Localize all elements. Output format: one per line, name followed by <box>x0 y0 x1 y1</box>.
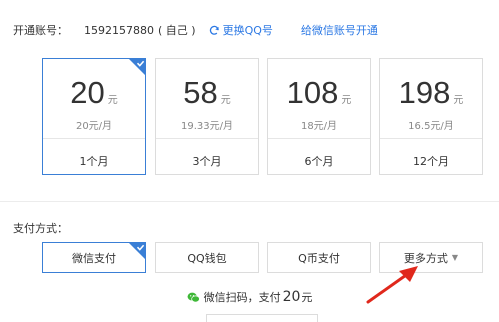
payment-label: 支付方式： <box>13 222 68 235</box>
wechat-pay-label: 微信支付 <box>72 251 116 265</box>
price-unit: 元 <box>453 95 464 106</box>
change-qq-link[interactable]: 更换QQ号 <box>209 22 273 38</box>
plan-monthly-price: 19.33元/月 <box>181 121 233 132</box>
price-value: 108 <box>286 75 339 110</box>
plan-duration: 3个月 <box>192 155 222 168</box>
plan-monthly-price: 18元/月 <box>300 121 338 132</box>
wechat-pay-button[interactable]: 微信支付 <box>42 242 146 273</box>
annotation-arrow-icon <box>366 266 418 304</box>
account-row: 开通账号： 1592157880 ( 自己 ) 更换QQ号 给微信账号开通 <box>13 20 378 40</box>
account-label: 开通账号： <box>13 24 68 37</box>
plan-monthly-price: 20元/月 <box>75 121 113 132</box>
scan-pay-row: 微信扫码，支付 20 元 <box>0 289 499 305</box>
plan-monthly-price: 16.5元/月 <box>408 121 454 132</box>
plan-divider <box>380 138 482 139</box>
price-unit: 元 <box>341 95 352 106</box>
price-unit: 元 <box>220 95 231 106</box>
price-value: 198 <box>398 75 451 110</box>
plan-divider <box>268 138 370 139</box>
wechat-account-link[interactable]: 给微信账号开通 <box>301 22 378 38</box>
triangle-down-icon: ▼ <box>451 253 459 262</box>
plan-price: 108 元 <box>268 75 370 111</box>
check-icon <box>128 58 146 76</box>
check-icon <box>128 242 146 260</box>
plan-card-6-months[interactable]: 108 元 18元/月 6个月 <box>267 58 371 175</box>
plan-card-1-month[interactable]: 20 元 20元/月 1个月 <box>42 58 146 175</box>
scan-pay-amount: 20 <box>282 289 301 305</box>
plan-duration: 6个月 <box>304 155 334 168</box>
plan-price: 58 元 <box>156 75 258 111</box>
q-coin-pay-button[interactable]: Q币支付 <box>267 242 371 273</box>
qq-wallet-button[interactable]: QQ钱包 <box>155 242 259 273</box>
scan-pay-unit: 元 <box>301 291 313 304</box>
account-tag: ( 自己 ) <box>158 24 196 37</box>
qq-wallet-label: QQ钱包 <box>187 251 227 265</box>
plan-duration: 12个月 <box>413 155 449 168</box>
change-qq-label: 更换QQ号 <box>222 24 273 37</box>
q-coin-pay-label: Q币支付 <box>298 251 340 265</box>
plan-card-3-months[interactable]: 58 元 19.33元/月 3个月 <box>155 58 259 175</box>
price-value: 20 <box>70 75 105 110</box>
plan-divider <box>43 138 145 139</box>
price-value: 58 <box>183 75 218 110</box>
scan-pay-text: 微信扫码，支付 <box>203 291 281 304</box>
wechat-icon <box>187 292 200 303</box>
plan-price: 198 元 <box>380 75 482 111</box>
refresh-icon <box>209 25 219 35</box>
plan-price: 20 元 <box>43 75 145 111</box>
account-number: 1592157880 <box>84 23 154 37</box>
plan-card-12-months[interactable]: 198 元 16.5元/月 12个月 <box>379 58 483 175</box>
price-unit: 元 <box>107 95 118 106</box>
section-divider <box>0 201 499 202</box>
plan-divider <box>156 138 258 139</box>
plan-duration: 1个月 <box>79 155 109 168</box>
qr-code-box <box>206 314 318 322</box>
